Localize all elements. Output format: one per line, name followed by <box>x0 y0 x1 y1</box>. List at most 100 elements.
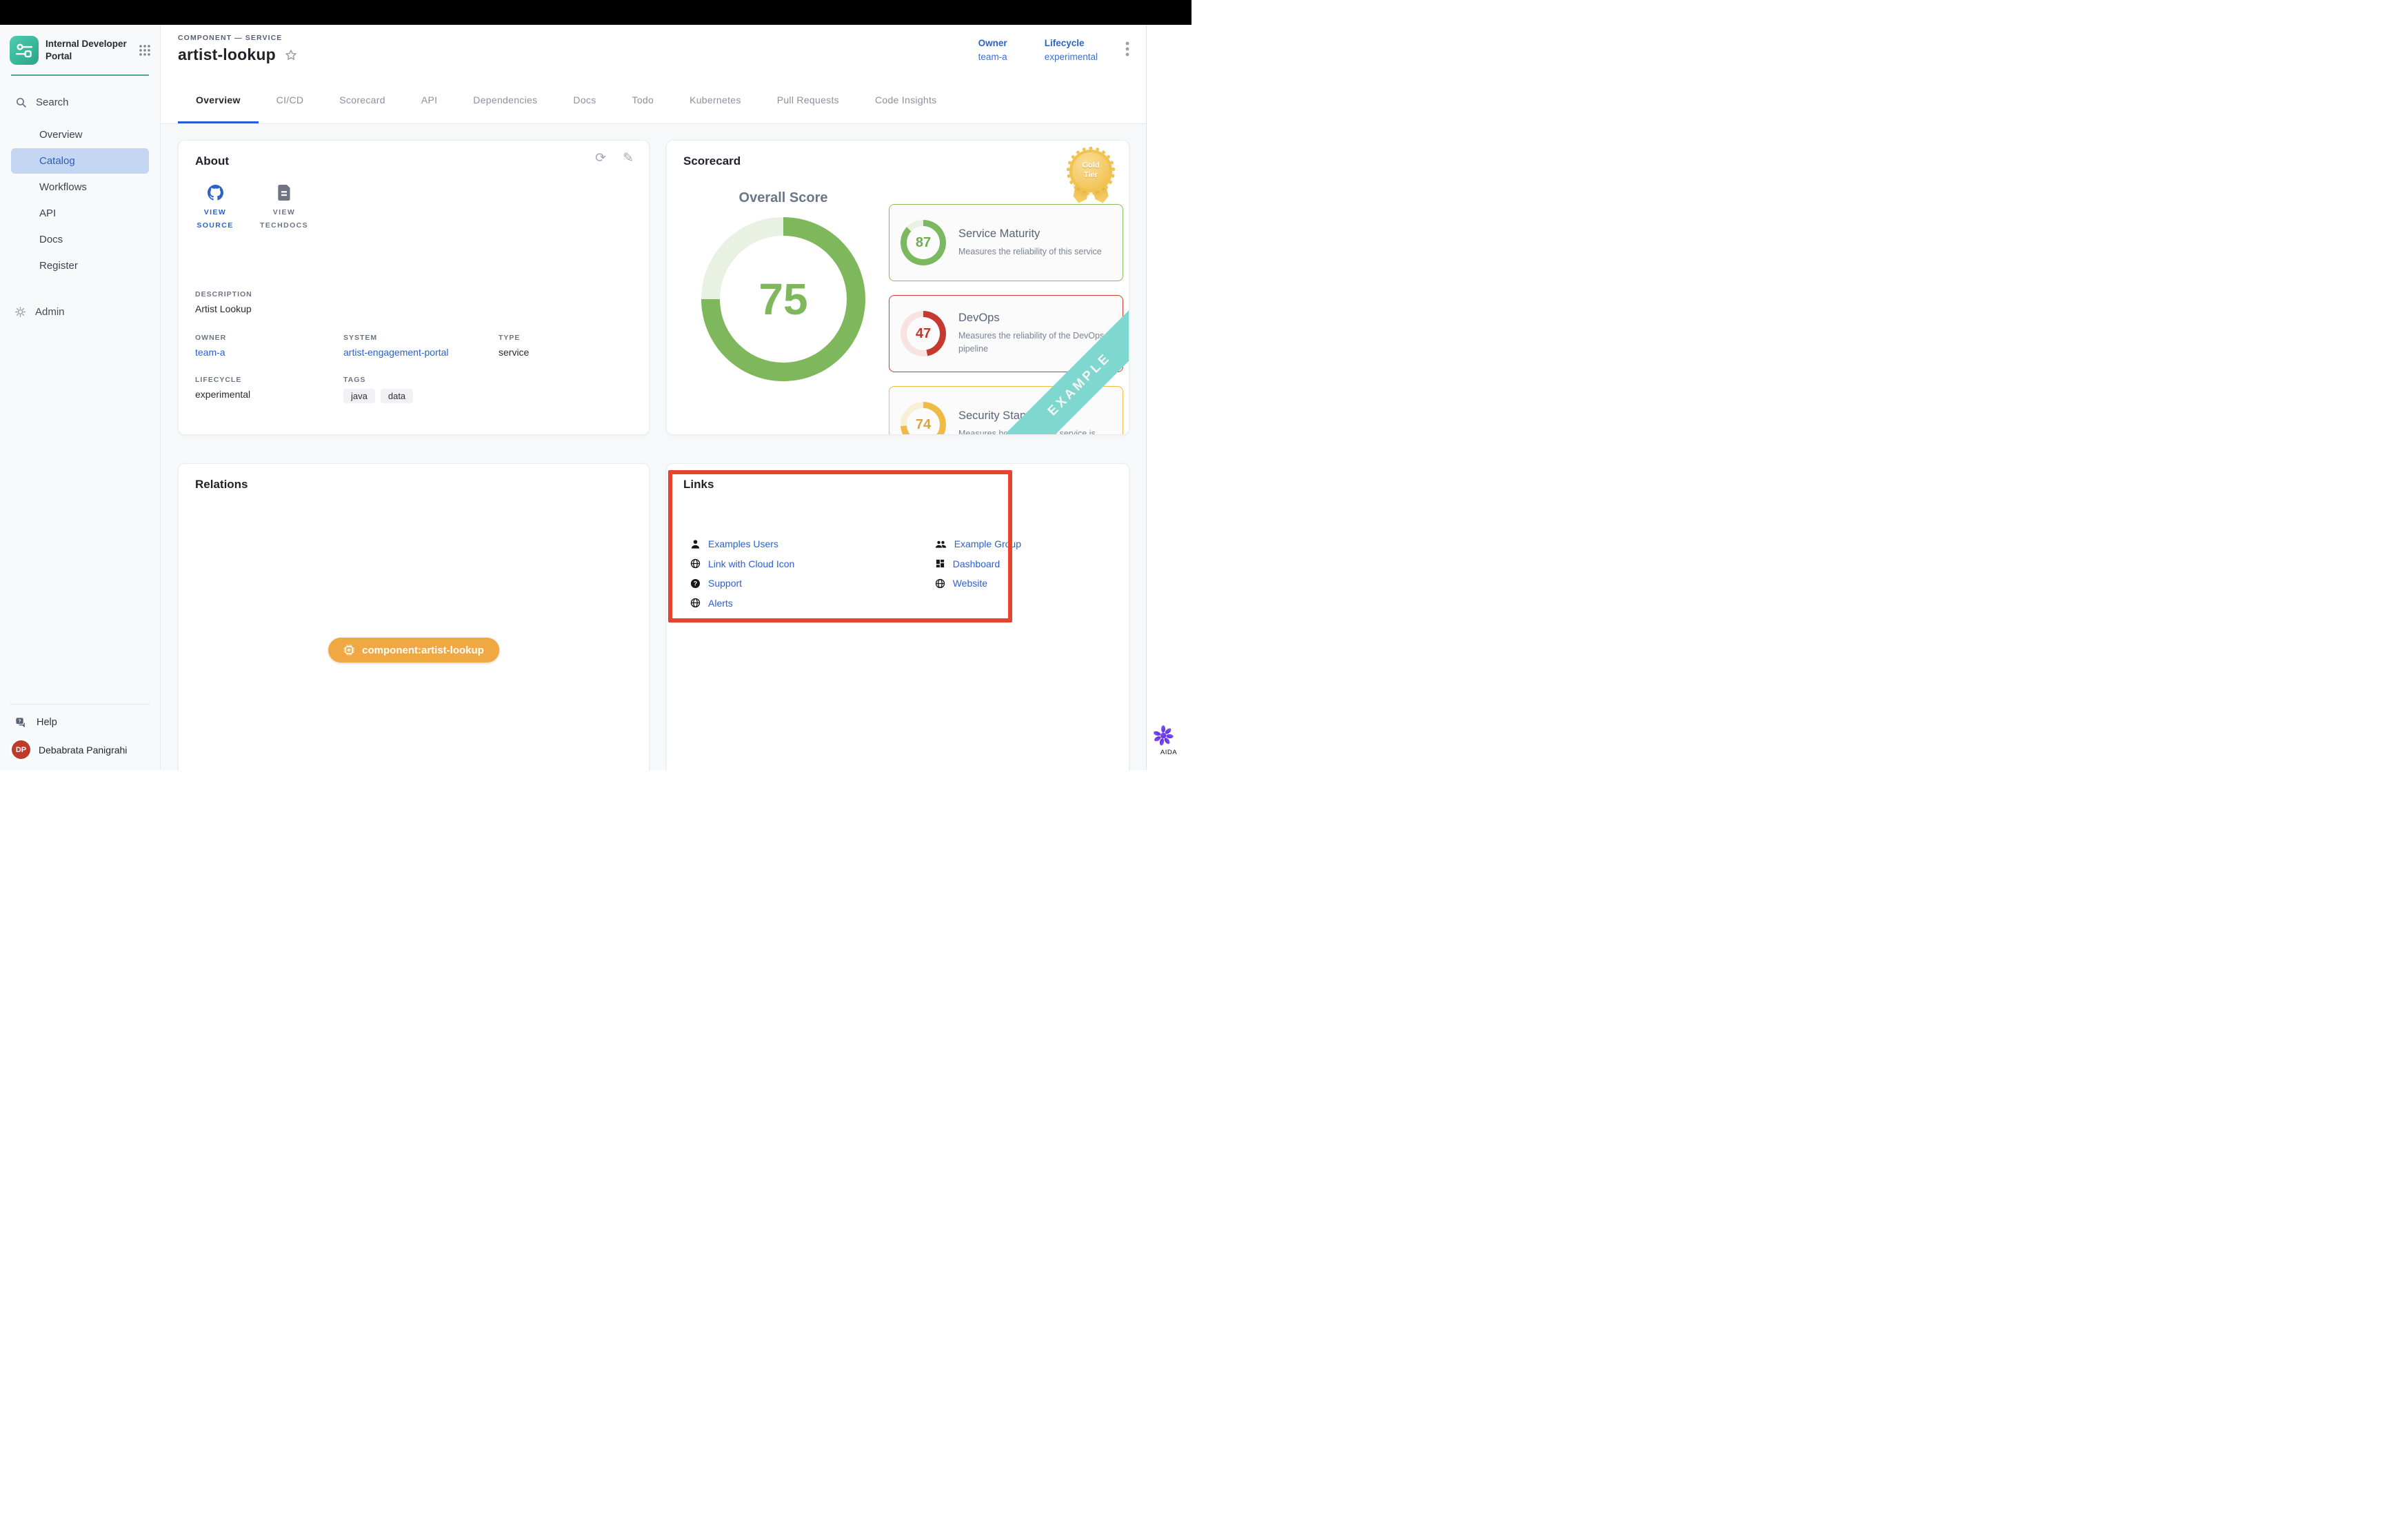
portal-title: Internal Developer Portal <box>46 38 131 62</box>
main-content: COMPONENT — SERVICE artist-lookup Owner … <box>161 25 1147 770</box>
aida-label: AIDA <box>1152 749 1185 756</box>
edit-pencil-icon[interactable]: ✎ <box>623 152 634 165</box>
overall-score-value: 75 <box>758 274 807 325</box>
system-field-value[interactable]: artist-engagement-portal <box>343 347 499 358</box>
entity-kind-breadcrumb: COMPONENT — SERVICE <box>178 34 298 42</box>
sidebar-item-search[interactable]: Search <box>0 94 160 110</box>
globe-icon <box>690 598 701 608</box>
service-maturity-title: Service Maturity <box>958 227 1102 241</box>
gold-tier-line1: Gold <box>1082 161 1099 171</box>
lifecycle-field-label: LIFECYCLE <box>195 376 343 384</box>
more-menu-button[interactable] <box>1125 41 1129 57</box>
security-standards-gauge: 74 <box>901 402 946 435</box>
lifecycle-value: experimental <box>1045 52 1098 62</box>
relations-node-chip[interactable]: component:artist-lookup <box>328 638 499 662</box>
service-maturity-gauge: 87 <box>901 220 946 265</box>
tab-cicd[interactable]: CI/CD <box>259 76 322 123</box>
view-source-button[interactable]: VIEW SOURCE <box>195 185 235 232</box>
sidebar-item-admin[interactable]: Admin <box>0 301 160 322</box>
relations-card: Relations component:art <box>178 463 650 770</box>
type-field-label: TYPE <box>499 334 632 342</box>
view-techdocs-label: VIEW TECHDOCS <box>260 206 308 232</box>
overview-grid: About ⟳ ✎ VIEW SOURCE <box>161 124 1146 770</box>
service-maturity-desc: Measures the reliability of this service <box>958 245 1102 259</box>
links-title: Links <box>683 478 1112 492</box>
gear-icon <box>14 306 26 318</box>
owner-field-label: OWNER <box>195 334 343 342</box>
techdocs-file-icon <box>278 185 291 201</box>
page-title: artist-lookup <box>178 45 276 64</box>
tag-java[interactable]: java <box>343 389 375 403</box>
tab-overview[interactable]: Overview <box>178 76 259 123</box>
refresh-icon[interactable]: ⟳ <box>595 152 606 165</box>
about-card: About ⟳ ✎ VIEW SOURCE <box>178 140 650 435</box>
screen: Internal Developer Portal Search Overvi <box>0 0 1192 770</box>
help-chat-icon: ? <box>14 716 28 729</box>
apps-grid-icon[interactable] <box>138 43 152 57</box>
component-chip-icon <box>343 645 354 656</box>
aida-widget[interactable]: AIDA <box>1152 725 1185 756</box>
scorecard-title: Scorecard <box>683 154 741 168</box>
owner-meta[interactable]: Owner team-a <box>978 38 1007 62</box>
owner-value[interactable]: team-a <box>978 52 1007 62</box>
owner-field-value[interactable]: team-a <box>195 347 343 358</box>
search-label: Search <box>36 97 69 108</box>
tab-dependencies[interactable]: Dependencies <box>455 76 555 123</box>
tag-data[interactable]: data <box>381 389 413 403</box>
link-dashboard[interactable]: Dashboard <box>935 554 1021 574</box>
service-maturity-score: 87 <box>916 235 931 251</box>
sidebar-item-api[interactable]: API <box>11 201 149 226</box>
star-favorite-icon[interactable] <box>284 48 298 62</box>
link-examples-users[interactable]: Examples Users <box>690 534 794 554</box>
sidebar-item-overview[interactable]: Overview <box>11 122 149 148</box>
sidebar: Internal Developer Portal Search Overvi <box>0 25 161 770</box>
user-profile[interactable]: DP Debabrata Panigrahi <box>0 738 160 770</box>
tab-code-insights[interactable]: Code Insights <box>857 76 955 123</box>
globe-icon <box>690 558 701 569</box>
link-with-cloud-icon[interactable]: Link with Cloud Icon <box>690 554 794 574</box>
sidebar-item-workflows[interactable]: Workflows <box>11 174 149 200</box>
avatar: DP <box>12 740 30 759</box>
tab-todo[interactable]: Todo <box>614 76 672 123</box>
sidebar-item-catalog[interactable]: Catalog <box>11 148 149 174</box>
group-icon <box>935 539 947 549</box>
devops-title: DevOps <box>958 312 1112 325</box>
tags-field-label: TAGS <box>343 376 499 384</box>
gold-tier-line2: Tier <box>1084 171 1098 181</box>
help-circle-icon: ? <box>690 578 701 589</box>
kebab-icon <box>1125 41 1129 57</box>
logo-row[interactable]: Internal Developer Portal <box>0 25 160 73</box>
description-value: Artist Lookup <box>195 303 632 314</box>
link-support[interactable]: ? Support <box>690 574 794 594</box>
type-field-value: service <box>499 347 632 358</box>
view-techdocs-button[interactable]: VIEW TECHDOCS <box>264 185 304 232</box>
user-name: Debabrata Panigrahi <box>39 744 127 756</box>
sidebar-nav: Overview Catalog Workflows API Docs Regi… <box>0 121 160 279</box>
tab-api[interactable]: API <box>403 76 455 123</box>
devops-gauge: 47 <box>901 311 946 356</box>
sidebar-divider <box>10 704 150 705</box>
sidebar-item-help[interactable]: ? Help <box>0 707 160 738</box>
sidebar-item-register[interactable]: Register <box>11 253 149 278</box>
right-gutter: AIDA <box>1147 25 1192 770</box>
tab-pull-requests[interactable]: Pull Requests <box>759 76 857 123</box>
gold-tier-badge: Gold Tier <box>1068 148 1114 216</box>
search-icon <box>15 97 27 108</box>
github-icon <box>208 185 223 201</box>
link-alerts[interactable]: Alerts <box>690 594 794 614</box>
sidebar-item-docs[interactable]: Docs <box>11 227 149 252</box>
tab-kubernetes[interactable]: Kubernetes <box>672 76 759 123</box>
system-field-label: SYSTEM <box>343 334 499 342</box>
link-example-group[interactable]: Example Group <box>935 534 1021 554</box>
person-icon <box>690 539 701 549</box>
overall-score-gauge: 75 <box>701 217 865 381</box>
svg-text:?: ? <box>18 719 21 724</box>
globe-icon <box>935 578 945 589</box>
link-website[interactable]: Website <box>935 574 1021 594</box>
about-title: About <box>195 154 632 168</box>
scorecard-card: Scorecard Gold Tier Overall Score <box>666 140 1129 435</box>
logo-underline <box>11 74 149 76</box>
tab-scorecard[interactable]: Scorecard <box>321 76 403 123</box>
tab-docs[interactable]: Docs <box>555 76 614 123</box>
relations-node-label: component:artist-lookup <box>362 645 484 656</box>
